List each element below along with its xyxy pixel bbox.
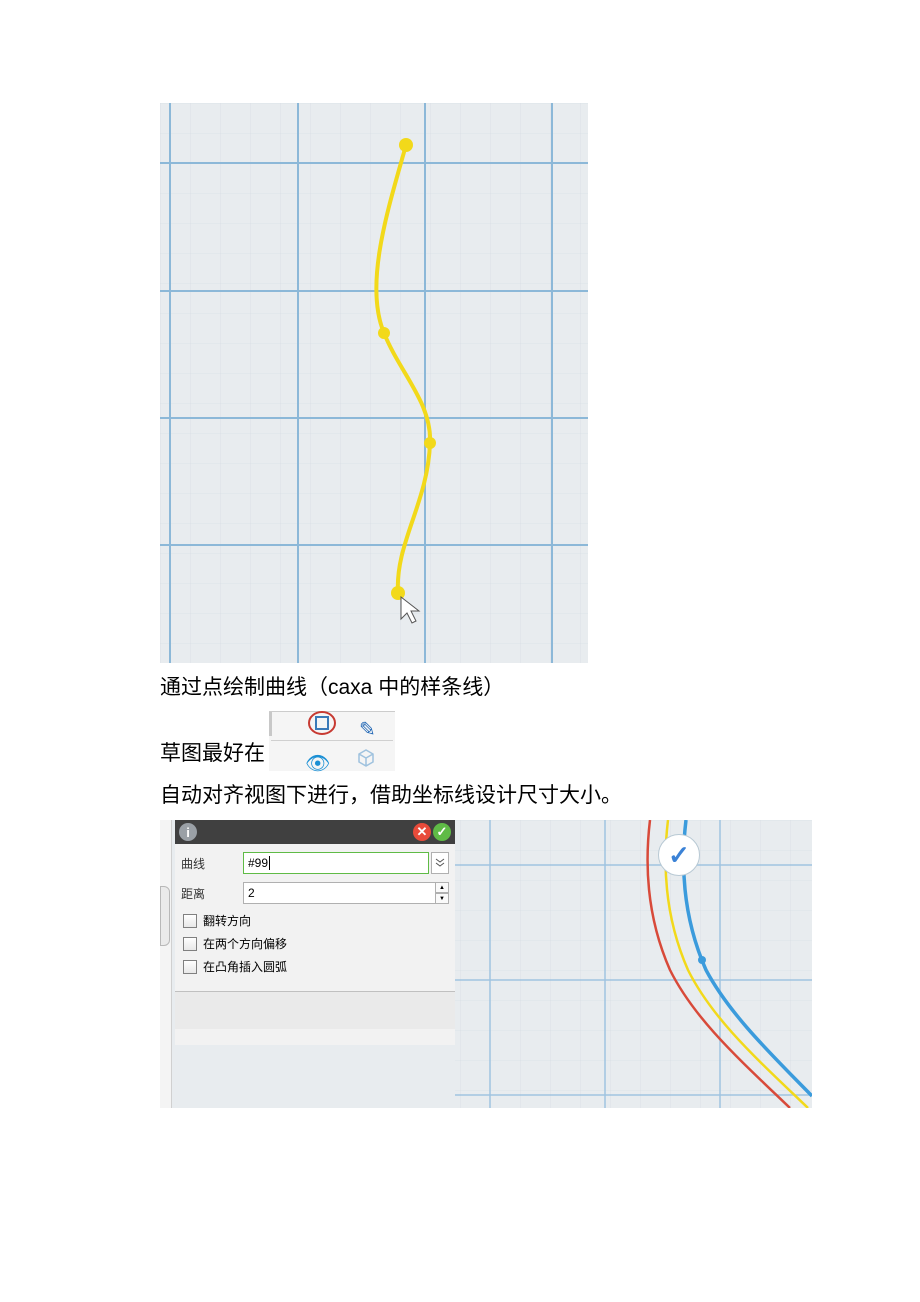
ok-button[interactable]: ✓ [433, 823, 451, 841]
eye-icon[interactable]: 👁 [305, 748, 330, 780]
spline-point-2[interactable] [378, 327, 390, 339]
distance-input[interactable]: 2 [243, 882, 436, 904]
distance-spinner-down[interactable]: ▼ [435, 893, 449, 904]
view-circle-icon[interactable] [307, 710, 337, 736]
curve-input[interactable]: #99 [243, 852, 429, 874]
spline-point-3[interactable] [424, 437, 436, 449]
distance-spinner-up[interactable]: ▲ [435, 882, 449, 893]
flip-label: 翻转方向 [203, 912, 251, 929]
blue-curve-handle[interactable] [698, 956, 706, 964]
info-icon[interactable]: i [179, 823, 197, 841]
sketch-canvas-spline[interactable]: www.bdocx.com [160, 103, 588, 663]
dialog-footer [175, 991, 455, 1029]
dialog-header: i ✕ ✓ [175, 820, 455, 844]
close-button[interactable]: ✕ [413, 823, 431, 841]
cube-icon[interactable] [355, 748, 377, 768]
offset-dialog: i ✕ ✓ 曲线 #99 距离 [175, 820, 455, 1045]
curve-dropdown-icon[interactable] [431, 852, 449, 874]
caption-spline: 通过点绘制曲线（caxa 中的样条线） [160, 671, 760, 705]
spline-point-1[interactable] [399, 138, 413, 152]
pencil-icon[interactable]: ✎ [359, 714, 376, 746]
offset-panel-area: i ✕ ✓ 曲线 #99 距离 [160, 820, 812, 1108]
both-dir-checkbox[interactable] [183, 937, 197, 951]
grid-background [160, 103, 588, 663]
toolbar-icon-group: ✎ 👁 [269, 711, 395, 771]
flip-checkbox[interactable] [183, 914, 197, 928]
distance-label: 距离 [181, 885, 243, 902]
curve-label: 曲线 [181, 855, 243, 872]
checkmark-icon: ✓ [668, 840, 690, 871]
insert-arc-checkbox[interactable] [183, 960, 197, 974]
both-dir-label: 在两个方向偏移 [203, 935, 287, 952]
insert-arc-label: 在凸角插入圆弧 [203, 958, 287, 975]
caption-inline-prefix: 草图最好在 [160, 737, 265, 771]
caption-align-view: 自动对齐视图下进行，借助坐标线设计尺寸大小。 [160, 779, 760, 813]
confirm-button[interactable]: ✓ [658, 834, 700, 876]
